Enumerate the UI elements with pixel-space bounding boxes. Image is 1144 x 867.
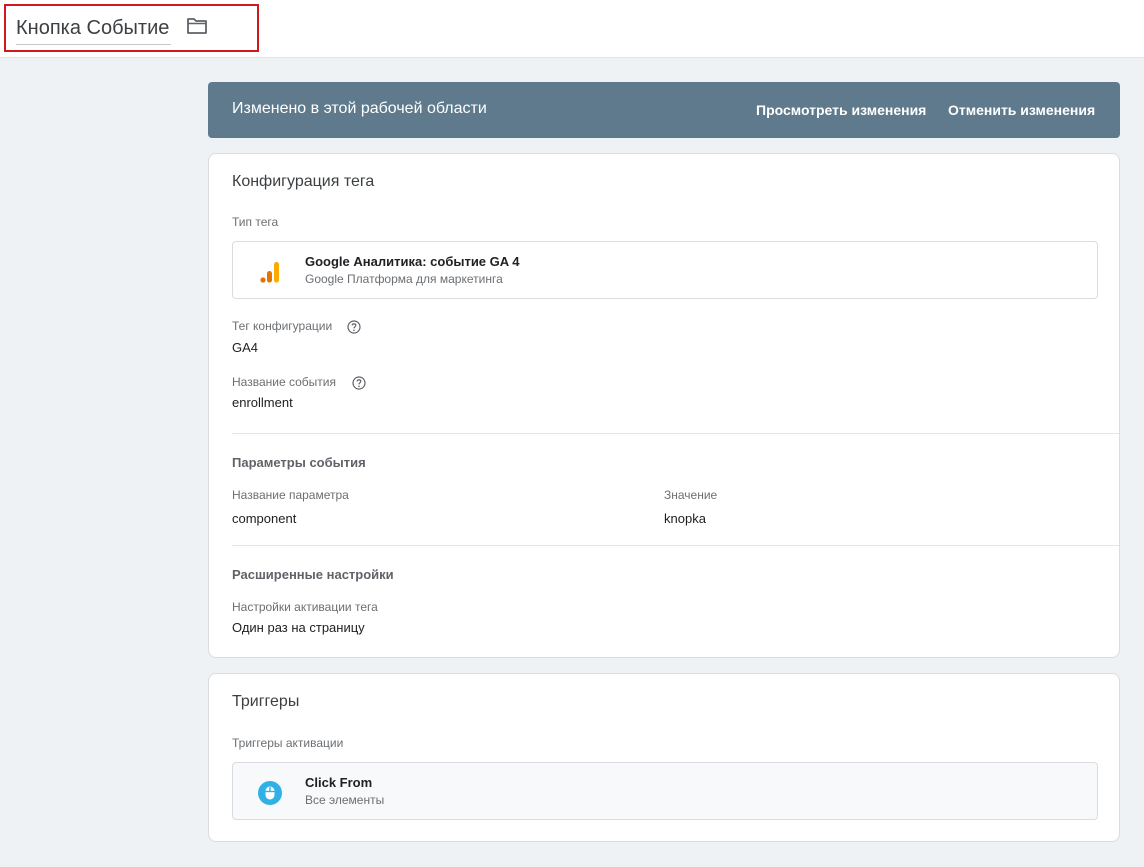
top-bar: Кнопка Событие xyxy=(0,0,1144,58)
param-value-header: Значение xyxy=(664,488,718,502)
firing-options-value: Один раз на страницу xyxy=(232,620,365,635)
discard-changes-button[interactable]: Отменить изменения xyxy=(948,102,1095,118)
card-title: Триггеры xyxy=(232,693,300,710)
param-name-header: Название параметра xyxy=(232,488,349,502)
event-name-value: enrollment xyxy=(232,395,293,410)
event-params-title: Параметры события xyxy=(232,455,366,470)
tag-type-label: Тип тега xyxy=(232,215,279,229)
config-tag-label: Тег конфигурации xyxy=(232,319,333,333)
triggers-card[interactable]: Триггеры Триггеры активации Click From В… xyxy=(208,673,1120,842)
tag-type-tile[interactable]: Google Аналитика: событие GA 4 Google Пл… xyxy=(232,241,1098,299)
divider xyxy=(232,433,1119,434)
divider xyxy=(232,545,1119,546)
tag-configuration-card[interactable]: Конфигурация тега Тип тега Google Аналит… xyxy=(208,153,1120,658)
advanced-settings-title: Расширенные настройки xyxy=(232,567,394,582)
tag-name-highlight: Кнопка Событие xyxy=(4,4,259,52)
config-tag-value: GA4 xyxy=(232,340,259,355)
banner-message: Изменено в этой рабочей области xyxy=(232,100,487,117)
click-trigger-icon xyxy=(258,781,282,805)
param-name-cell: component xyxy=(232,511,297,526)
param-value-cell: knopka xyxy=(664,511,706,526)
firing-options-label: Настройки активации тега xyxy=(232,600,378,614)
trigger-sub: Все элементы xyxy=(305,793,385,807)
help-icon[interactable] xyxy=(347,320,361,334)
event-name-label: Название события xyxy=(232,375,336,389)
firing-triggers-label: Триггеры активации xyxy=(232,736,344,750)
trigger-name: Click From xyxy=(305,775,373,790)
scrollbar[interactable] xyxy=(1136,58,1144,867)
view-changes-button[interactable]: Просмотреть изменения xyxy=(756,102,926,118)
tag-type-sub: Google Платформа для маркетинга xyxy=(305,272,503,286)
workspace-changes-banner: Изменено в этой рабочей области Просмотр… xyxy=(208,82,1120,138)
card-title: Конфигурация тега xyxy=(232,173,375,190)
trigger-tile[interactable]: Click From Все элементы xyxy=(232,762,1098,820)
tag-type-name: Google Аналитика: событие GA 4 xyxy=(305,254,520,269)
folder-icon[interactable] xyxy=(186,16,208,36)
help-icon[interactable] xyxy=(352,376,366,390)
google-analytics-icon xyxy=(260,262,279,283)
tag-name-input[interactable]: Кнопка Событие xyxy=(16,15,172,45)
